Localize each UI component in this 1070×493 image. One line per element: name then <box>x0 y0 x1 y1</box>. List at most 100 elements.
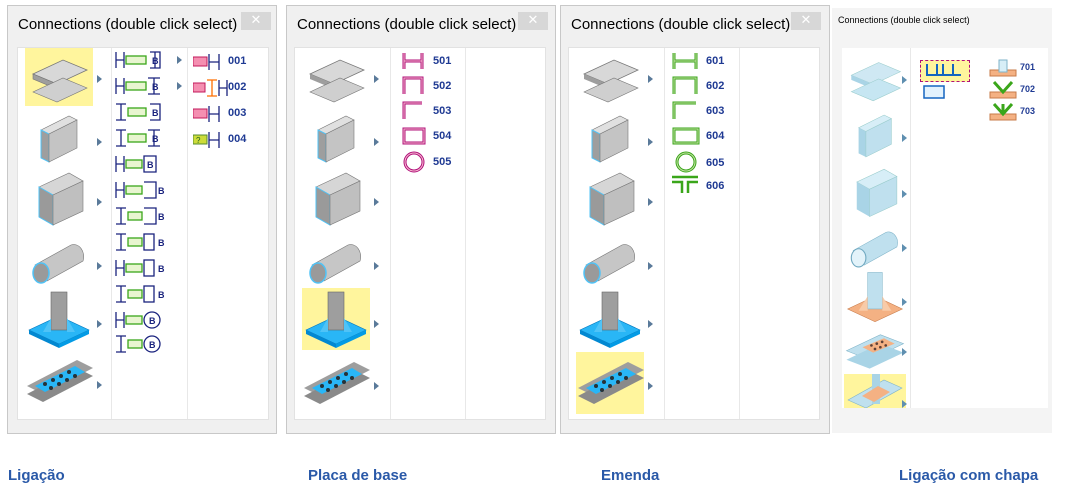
gusset-number[interactable]: 703 <box>1020 106 1035 116</box>
close-button[interactable]: ✕ <box>791 12 821 30</box>
expand-arrow-icon <box>902 134 907 142</box>
gusset-profile-selected[interactable] <box>920 60 970 82</box>
channel-icon[interactable] <box>25 110 93 168</box>
expand-arrow-icon <box>902 400 907 408</box>
svg-text:B: B <box>158 290 165 300</box>
connection-profiles-icon[interactable]: B B B B B B B B B B B <box>114 48 186 348</box>
rect-tube-icon[interactable] <box>25 169 93 227</box>
i-beam-icon[interactable] <box>302 48 370 106</box>
bolted-plate-icon[interactable] <box>25 350 93 408</box>
profile-501-icon[interactable] <box>402 51 426 71</box>
rect-tube-icon[interactable] <box>844 164 906 220</box>
svg-text:B: B <box>158 238 165 248</box>
close-button[interactable]: ✕ <box>241 12 271 30</box>
svg-text:B: B <box>149 316 156 326</box>
profile-605-icon[interactable] <box>674 151 698 173</box>
connection-001-icon[interactable] <box>193 52 233 72</box>
rect-tube-icon[interactable] <box>302 169 370 227</box>
profile-603-icon[interactable] <box>672 101 700 121</box>
expand-arrow-icon <box>902 76 907 84</box>
channel-icon[interactable] <box>844 108 906 164</box>
profile-number[interactable]: 604 <box>706 130 724 142</box>
bolted-plate-icon[interactable] <box>844 324 906 374</box>
profile-505-icon[interactable] <box>402 151 426 173</box>
profile-606-icon[interactable] <box>670 173 700 195</box>
profile-number[interactable]: 505 <box>433 156 451 168</box>
svg-text:B: B <box>158 186 165 196</box>
channel-icon[interactable] <box>576 110 644 168</box>
expand-arrow-icon <box>97 198 102 206</box>
profile-number[interactable]: 501 <box>433 55 451 67</box>
caption-placa-de-base: Placa de base <box>308 467 408 484</box>
gusset-701-icon[interactable] <box>988 58 1018 78</box>
expand-arrow-icon <box>97 381 102 389</box>
profile-number[interactable]: 503 <box>433 105 451 117</box>
profile-number[interactable]: 602 <box>706 80 724 92</box>
base-plate-icon[interactable] <box>302 288 370 350</box>
caption-emenda: Emenda <box>601 467 660 484</box>
connections-window-emenda: Connections (double click select) ✕ 601 … <box>560 5 830 434</box>
pipe-icon[interactable] <box>844 218 906 274</box>
expand-arrow-icon <box>97 262 102 270</box>
bolted-plate-icon[interactable] <box>302 352 370 410</box>
close-button[interactable]: ✕ <box>518 12 548 30</box>
profile-number[interactable]: 603 <box>706 105 724 117</box>
i-beam-icon[interactable] <box>25 48 93 106</box>
window-title: Connections (double click select) <box>18 16 238 33</box>
gusset-702-icon[interactable] <box>988 80 1018 100</box>
profile-number[interactable]: 605 <box>706 157 724 169</box>
connection-number[interactable]: 002 <box>228 81 246 93</box>
expand-arrow-icon <box>374 198 379 206</box>
expand-arrow-icon <box>374 262 379 270</box>
i-beam-icon[interactable] <box>576 48 644 106</box>
expand-arrow-icon <box>902 348 907 356</box>
gusset-number[interactable]: 702 <box>1020 84 1035 94</box>
svg-text:B: B <box>152 82 159 92</box>
connection-003-icon[interactable] <box>193 104 233 124</box>
bolted-plate-icon[interactable] <box>576 352 644 414</box>
expand-arrow-icon <box>648 262 653 270</box>
connection-number[interactable]: 004 <box>228 133 246 145</box>
pipe-icon[interactable] <box>25 231 93 289</box>
base-plate-icon[interactable] <box>576 288 644 348</box>
gusset-joint-icon[interactable] <box>844 374 906 409</box>
expand-arrow-icon <box>648 320 653 328</box>
profile-number[interactable]: 601 <box>706 55 724 67</box>
rect-tube-icon[interactable] <box>576 169 644 227</box>
svg-text:B: B <box>158 212 165 222</box>
connection-profiles-icon-row12[interactable]: B <box>114 334 186 358</box>
profile-602-icon[interactable] <box>672 76 700 96</box>
profile-502-icon[interactable] <box>402 76 426 96</box>
i-beam-icon[interactable] <box>844 50 906 106</box>
connection-002-icon[interactable] <box>193 78 233 98</box>
connection-004-icon[interactable]: ? <box>193 130 233 150</box>
channel-icon[interactable] <box>302 110 370 168</box>
base-plate-icon[interactable] <box>844 270 906 326</box>
svg-text:?: ? <box>196 136 201 145</box>
expand-arrow-icon <box>902 190 907 198</box>
pipe-icon[interactable] <box>302 231 370 289</box>
connection-number[interactable]: 001 <box>228 55 246 67</box>
profile-number[interactable]: 504 <box>433 130 451 142</box>
connection-panel: 701 702 703 <box>842 48 1048 409</box>
connection-number[interactable]: 003 <box>228 107 246 119</box>
expand-arrow-icon <box>374 75 379 83</box>
profile-number[interactable]: 606 <box>706 180 724 192</box>
svg-text:B: B <box>152 56 159 66</box>
connections-window-ligacao-com-chapa: Connections (double click select) 701 70… <box>832 8 1052 433</box>
base-plate-icon[interactable] <box>25 288 93 348</box>
profile-601-icon[interactable] <box>672 51 700 71</box>
profile-503-icon[interactable] <box>402 101 426 121</box>
gusset-profile-tube[interactable] <box>922 84 946 100</box>
expand-arrow-icon <box>374 138 379 146</box>
pipe-icon[interactable] <box>576 231 644 289</box>
svg-text:B: B <box>149 340 156 350</box>
profile-504-icon[interactable] <box>402 126 426 146</box>
gusset-703-icon[interactable] <box>988 102 1018 122</box>
gusset-number[interactable]: 701 <box>1020 62 1035 72</box>
svg-text:B: B <box>152 134 159 144</box>
profile-number[interactable]: 502 <box>433 80 451 92</box>
profile-604-icon[interactable] <box>672 126 700 146</box>
svg-text:B: B <box>152 108 159 118</box>
expand-arrow-icon <box>374 320 379 328</box>
